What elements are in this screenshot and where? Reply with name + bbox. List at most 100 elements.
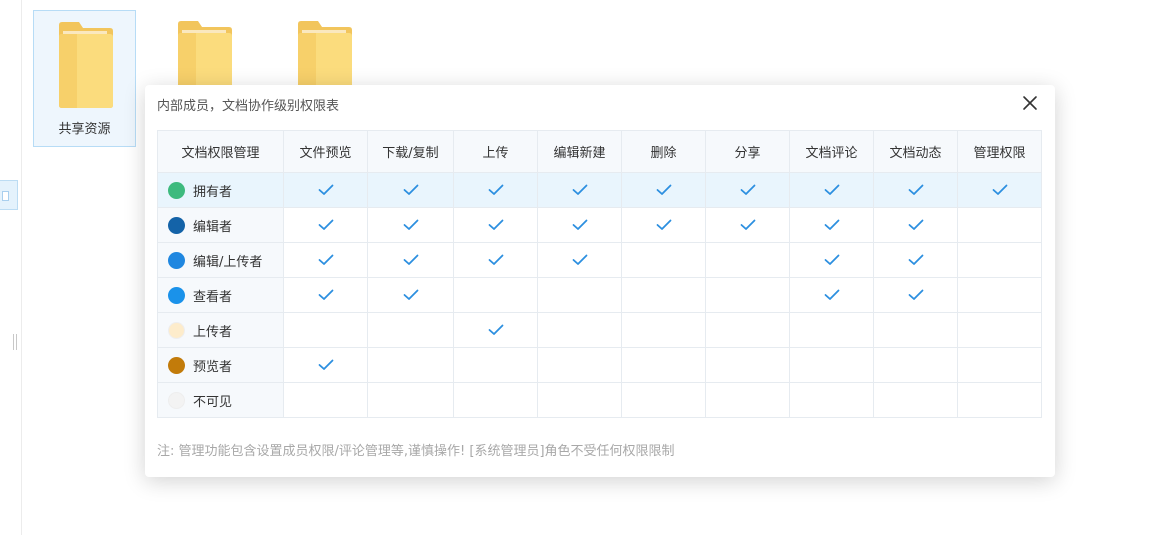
permission-cell [453, 172, 538, 208]
check-icon [790, 254, 873, 266]
table-row[interactable]: 编辑者 [157, 207, 1042, 243]
check-icon [706, 219, 789, 231]
permission-cell [957, 382, 1042, 418]
check-icon [790, 184, 873, 196]
table-row[interactable]: 拥有者 [157, 172, 1042, 208]
permission-cell [537, 347, 622, 383]
permission-cell [789, 207, 874, 243]
check-icon [538, 254, 621, 266]
column-header: 文件预览 [283, 130, 368, 173]
dialog-title: 内部成员，文档协作级别权限表 [157, 99, 340, 114]
column-header: 分享 [705, 130, 790, 173]
check-icon [368, 184, 453, 196]
permission-cell [621, 172, 706, 208]
permission-cell [283, 382, 368, 418]
permission-cell [283, 242, 368, 278]
role-cell: 不可见 [157, 382, 284, 418]
permission-cell [957, 242, 1042, 278]
permission-cell [957, 207, 1042, 243]
permission-cell [453, 207, 538, 243]
role-name: 预览者 [193, 359, 233, 375]
permission-cell [621, 312, 706, 348]
permission-cell [537, 382, 622, 418]
permission-cell [621, 347, 706, 383]
permission-cell [705, 382, 790, 418]
check-icon [790, 219, 873, 231]
permission-cell [453, 277, 538, 313]
permission-cell [789, 312, 874, 348]
check-icon [454, 219, 537, 231]
table-row[interactable]: 不可见 [157, 382, 1042, 418]
permission-cell [873, 207, 958, 243]
permission-cell [705, 312, 790, 348]
permission-cell [789, 242, 874, 278]
column-header: 删除 [621, 130, 706, 173]
permission-cell [537, 172, 622, 208]
permission-cell [367, 207, 454, 243]
permission-cell [621, 207, 706, 243]
permission-cell [367, 382, 454, 418]
permission-dialog: 内部成员，文档协作级别权限表 文档权限管理 文件预览 下载/复制 上传 编辑新建 删除 分享… [145, 85, 1055, 477]
table-row[interactable]: 上传者 [157, 312, 1042, 348]
permission-cell [789, 172, 874, 208]
permission-cell [957, 277, 1042, 313]
column-header: 编辑新建 [537, 130, 622, 173]
permission-cell [957, 347, 1042, 383]
role-cell: 上传者 [157, 312, 284, 348]
check-icon [454, 184, 537, 196]
check-icon [284, 254, 367, 266]
permission-cell [621, 242, 706, 278]
check-icon [622, 184, 705, 196]
permission-cell [283, 312, 368, 348]
column-header: 管理权限 [957, 130, 1042, 173]
role-name: 不可见 [193, 394, 233, 410]
permission-cell [873, 312, 958, 348]
permission-cell [957, 312, 1042, 348]
role-cell: 查看者 [157, 277, 284, 313]
role-name: 上传者 [193, 324, 233, 340]
permission-cell [705, 347, 790, 383]
permission-cell [453, 382, 538, 418]
close-icon[interactable] [1021, 94, 1039, 112]
table-row[interactable]: 编辑/上传者 [157, 242, 1042, 278]
role-cell: 编辑/上传者 [157, 242, 284, 278]
table-row[interactable]: 查看者 [157, 277, 1042, 313]
permission-cell [789, 277, 874, 313]
folder-item[interactable]: 共享资源 [33, 10, 136, 147]
permission-cell [537, 242, 622, 278]
check-icon [706, 184, 789, 196]
check-icon [874, 254, 957, 266]
folder-icon [57, 21, 115, 109]
resize-handle[interactable] [13, 334, 17, 350]
role-cell: 拥有者 [157, 172, 284, 208]
permission-cell [283, 172, 368, 208]
sidebar-toggle-button[interactable] [0, 180, 18, 210]
folder-label: 共享资源 [58, 122, 111, 137]
permission-cell [705, 172, 790, 208]
check-icon [284, 289, 367, 301]
permission-cell [283, 277, 368, 313]
table-row[interactable]: 预览者 [157, 347, 1042, 383]
permission-cell [283, 347, 368, 383]
check-icon [622, 219, 705, 231]
role-cell: 编辑者 [157, 207, 284, 243]
check-icon [538, 184, 621, 196]
role-color-dot [168, 251, 185, 269]
permission-cell [367, 172, 454, 208]
permission-cell [873, 382, 958, 418]
permission-cell [705, 242, 790, 278]
column-header: 文档权限管理 [157, 130, 284, 173]
permission-table-header: 文档权限管理 文件预览 下载/复制 上传 编辑新建 删除 分享 文档评论 文档动态 管理权限 [157, 130, 1042, 173]
permission-cell [873, 347, 958, 383]
column-header: 下载/复制 [367, 130, 454, 173]
check-icon [368, 254, 453, 266]
check-icon [454, 324, 537, 336]
check-icon [874, 289, 957, 301]
column-header: 上传 [453, 130, 538, 173]
role-name: 查看者 [193, 289, 233, 305]
permission-cell [873, 242, 958, 278]
permission-cell [621, 382, 706, 418]
permission-cell [873, 277, 958, 313]
permission-cell [957, 172, 1042, 208]
permission-cell [537, 312, 622, 348]
